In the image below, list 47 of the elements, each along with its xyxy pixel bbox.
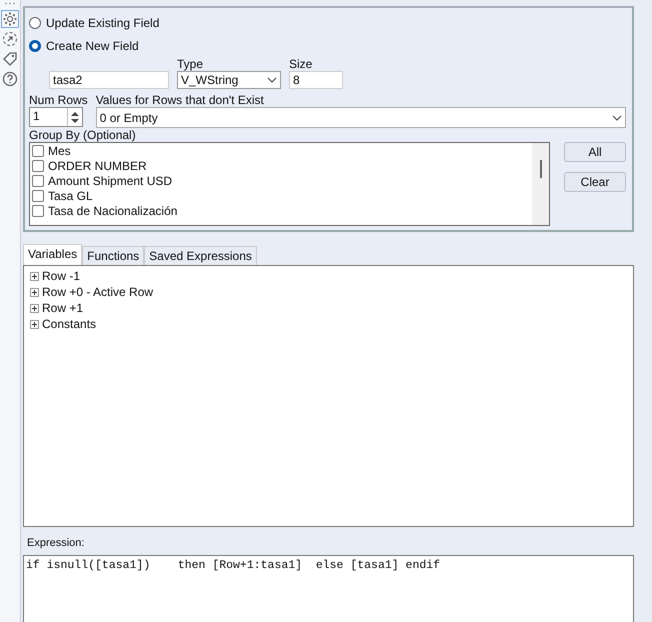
group-by-label: Group By (Optional) bbox=[29, 128, 136, 142]
tab[interactable]: Saved Expressions bbox=[144, 246, 257, 265]
column-name: Tasa de Nacionalización bbox=[48, 204, 178, 218]
missing-values-label: Values for Rows that don't Exist bbox=[96, 93, 265, 107]
checkbox[interactable] bbox=[32, 190, 44, 202]
expand-icon[interactable] bbox=[30, 304, 39, 312]
missing-values-dropdown[interactable]: 0 or Empty bbox=[96, 107, 626, 128]
type-dropdown[interactable]: V_WString bbox=[177, 71, 281, 89]
size-input[interactable]: 8 bbox=[289, 71, 343, 89]
tab[interactable]: Variables bbox=[23, 244, 82, 265]
list-action-button[interactable]: Clear bbox=[564, 172, 626, 192]
checkbox[interactable] bbox=[32, 174, 44, 186]
chevron-down-icon[interactable] bbox=[612, 114, 622, 120]
expand-icon[interactable] bbox=[30, 288, 39, 296]
radio-label: Update Existing Field bbox=[46, 16, 160, 30]
settings-icon[interactable] bbox=[2, 11, 18, 27]
scrollbar[interactable] bbox=[532, 143, 549, 225]
tree-item[interactable]: Constants bbox=[42, 317, 96, 331]
tree-item[interactable]: Row -1 bbox=[42, 269, 80, 283]
chevron-down-icon[interactable] bbox=[267, 77, 277, 83]
size-label: Size bbox=[289, 57, 314, 71]
radio-button[interactable] bbox=[29, 16, 41, 28]
column-name: ORDER NUMBER bbox=[48, 158, 147, 172]
tree-item[interactable]: Row +0 - Active Row bbox=[42, 285, 154, 299]
column-name: Mes bbox=[48, 144, 71, 158]
column-name: Tasa GL bbox=[48, 188, 93, 202]
checkbox[interactable] bbox=[32, 144, 44, 156]
tab[interactable]: Functions bbox=[82, 246, 144, 265]
type-label: Type bbox=[177, 57, 204, 71]
checkbox[interactable] bbox=[32, 160, 44, 172]
expression-label: Expression: bbox=[27, 537, 86, 551]
checkbox[interactable] bbox=[32, 204, 44, 216]
radio-label: Create New Field bbox=[46, 38, 139, 52]
grip-icon[interactable] bbox=[4, 2, 16, 5]
column-name: Amount Shipment USD bbox=[48, 174, 172, 188]
radio-button[interactable] bbox=[29, 40, 41, 52]
expression-editor[interactable]: if isnull([tasa1]) then [Row+1:tasa1] else [tasa1] endif bbox=[23, 555, 634, 622]
list-action-button[interactable]: All bbox=[564, 142, 626, 162]
tree-item[interactable]: Row +1 bbox=[42, 301, 84, 315]
help-icon[interactable] bbox=[2, 71, 18, 87]
tag-icon[interactable] bbox=[2, 51, 18, 67]
num-rows-label: Num Rows bbox=[29, 93, 88, 107]
arrow-circle-icon[interactable] bbox=[2, 31, 18, 47]
num-rows-spinner[interactable]: 1 bbox=[29, 107, 83, 127]
expand-icon[interactable] bbox=[30, 272, 39, 280]
expand-icon[interactable] bbox=[30, 320, 39, 328]
field-name-input[interactable]: tasa2 bbox=[49, 71, 169, 89]
